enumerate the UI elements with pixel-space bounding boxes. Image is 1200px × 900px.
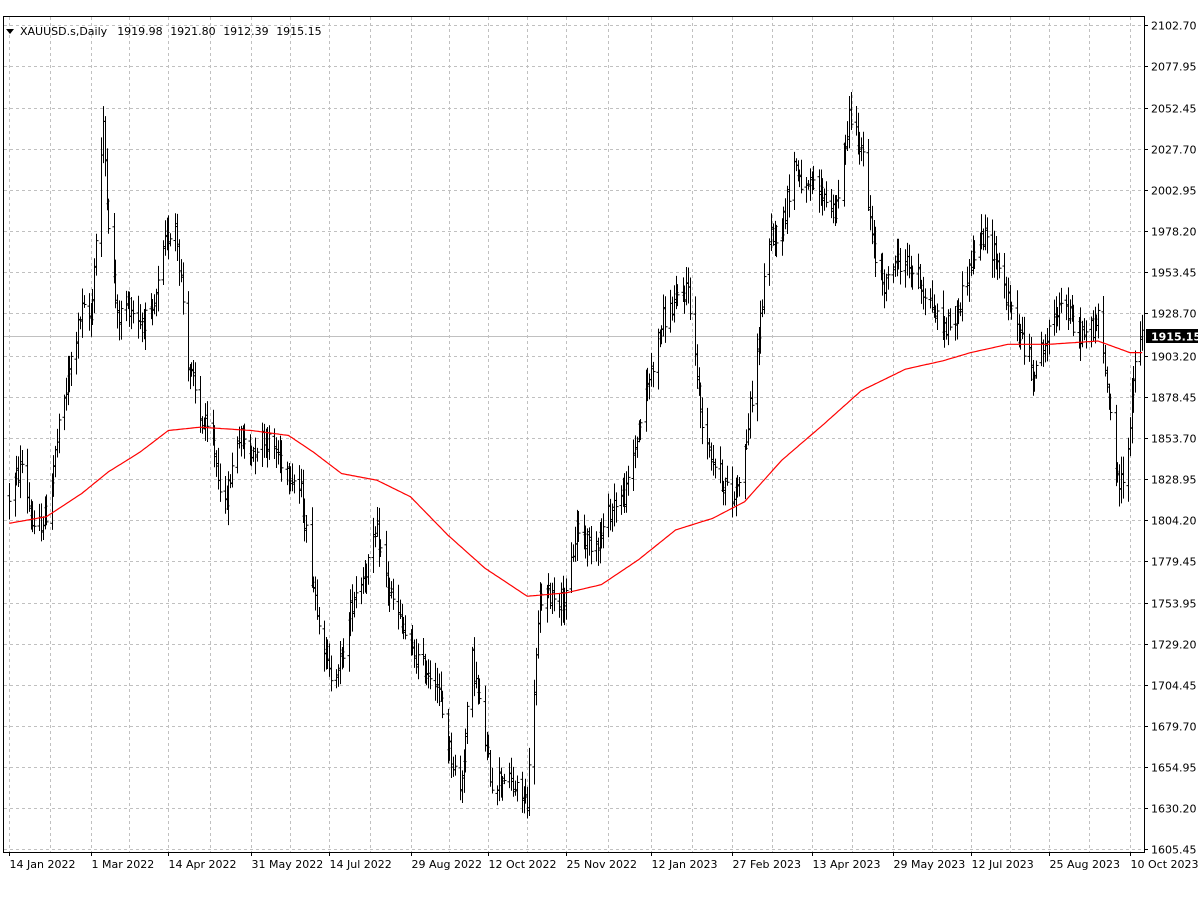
time-axis-label: 13 Apr 2023 xyxy=(813,858,881,871)
high-value: 1921.80 xyxy=(170,25,216,38)
price-axis-label: 1605.45 xyxy=(1151,844,1197,857)
time-axis-label: 12 Jul 2023 xyxy=(972,858,1034,871)
time-axis-label: 1 Mar 2022 xyxy=(92,858,155,871)
price-axis-label: 1679.70 xyxy=(1151,721,1197,734)
low-value: 1912.39 xyxy=(223,25,269,38)
current-price-label-group: 1915.15 xyxy=(1146,329,1200,344)
close-value: 1915.15 xyxy=(276,25,322,38)
price-axis-label: 2052.45 xyxy=(1151,103,1197,116)
price-axis-label: 1853.70 xyxy=(1151,433,1197,446)
price-axis-label: 1729.20 xyxy=(1151,639,1197,652)
price-axis-label: 2027.70 xyxy=(1151,144,1197,157)
price-axis-label: 1978.20 xyxy=(1151,226,1197,239)
time-axis-label: 12 Jan 2023 xyxy=(652,858,718,871)
chart-header: XAUUSD.s,Daily 1919.98 1921.80 1912.39 1… xyxy=(6,25,326,38)
price-axis-label: 1630.20 xyxy=(1151,803,1197,816)
price-axis-label: 1804.20 xyxy=(1151,515,1197,528)
price-axis-label: 2077.95 xyxy=(1151,61,1197,74)
time-axis-label: 14 Jul 2022 xyxy=(330,858,392,871)
price-axis[interactable]: 2102.70 2077.95 2052.45 2027.70 2002.95 1978.… xyxy=(1144,20,1197,857)
price-axis-label: 2102.70 xyxy=(1151,20,1197,33)
price-chart[interactable]: 2102.70 2077.95 2052.45 2027.70 2002.95 1978.… xyxy=(0,0,1200,900)
time-axis-label: 14 Apr 2022 xyxy=(169,858,237,871)
ohlc-values: 1919.98 1921.80 1912.39 1915.15 xyxy=(117,25,326,38)
time-axis-label: 25 Aug 2023 xyxy=(1050,858,1120,871)
price-axis-label: 1928.70 xyxy=(1151,308,1197,321)
price-axis-label: 1779.45 xyxy=(1151,556,1197,569)
current-price-label: 1915.15 xyxy=(1151,331,1200,344)
price-axis-label: 1704.45 xyxy=(1151,680,1197,693)
price-axis-label: 1903.20 xyxy=(1151,351,1197,364)
time-axis-label: 10 Oct 2023 xyxy=(1131,858,1199,871)
price-axis-label: 2002.95 xyxy=(1151,185,1197,198)
time-axis-label: 31 May 2022 xyxy=(252,858,324,871)
symbol-label: XAUUSD.s,Daily xyxy=(20,25,108,38)
open-value: 1919.98 xyxy=(117,25,163,38)
time-axis-label: 12 Oct 2022 xyxy=(489,858,557,871)
time-axis-label: 14 Jan 2022 xyxy=(10,858,76,871)
chart-background xyxy=(0,0,1200,900)
time-axis-label: 27 Feb 2023 xyxy=(733,858,801,871)
time-axis-label: 29 Aug 2022 xyxy=(412,858,482,871)
price-axis-label: 1828.95 xyxy=(1151,474,1197,487)
chart-window[interactable]: 2102.70 2077.95 2052.45 2027.70 2002.95 1978.… xyxy=(0,0,1200,900)
price-axis-label: 1753.95 xyxy=(1151,598,1197,611)
price-axis-label: 1953.45 xyxy=(1151,267,1197,280)
dropdown-triangle-icon[interactable] xyxy=(6,29,14,34)
time-axis-label: 29 May 2023 xyxy=(894,858,966,871)
price-axis-label: 1878.45 xyxy=(1151,392,1197,405)
price-axis-label: 1654.95 xyxy=(1151,762,1197,775)
time-axis-label: 25 Nov 2022 xyxy=(567,858,637,871)
